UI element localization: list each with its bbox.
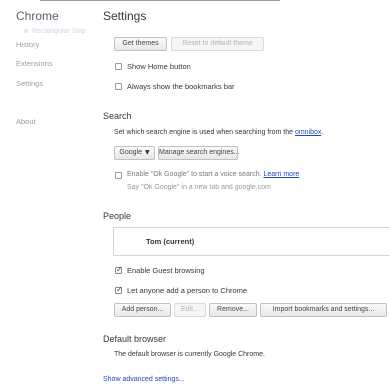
guest-browsing-checkbox[interactable]: ✓ [115, 265, 123, 274]
guest-browsing-label: Enable Guest browsing [127, 266, 205, 275]
bookmarks-bar-label: Always show the bookmarks bar [127, 82, 235, 91]
import-bookmarks-button[interactable]: Import bookmarks and settings... [260, 303, 387, 317]
search-description: Set which search engine is used when sea… [114, 129, 323, 136]
get-themes-button[interactable]: Get themes [114, 37, 167, 51]
app-title: Chrome [16, 9, 59, 23]
people-list[interactable]: Tom (current) [113, 227, 390, 256]
ok-google-hint: Say "Ok Google" in a new tab and google.… [127, 184, 271, 191]
ghost-tab-label: Rectangular Snip [32, 28, 86, 35]
people-section-title: People [103, 211, 132, 221]
add-person-label: Let anyone add a person to Chrome [127, 286, 248, 295]
default-browser-text: The default browser is currently Google … [114, 351, 265, 358]
sidebar-item-about[interactable]: About [16, 117, 36, 126]
reset-theme-button[interactable]: Reset to default theme [171, 37, 264, 51]
omnibox-link[interactable]: omnibox [295, 129, 321, 136]
window-top-border [40, 0, 280, 1]
sidebar-item-settings[interactable]: Settings [16, 79, 43, 88]
ok-google-checkbox[interactable] [115, 172, 122, 179]
bookmarks-bar-checkbox[interactable] [115, 83, 122, 90]
sidebar-item-history[interactable]: History [16, 40, 39, 49]
search-description-text: Set which search engine is used when sea… [114, 129, 293, 136]
search-engine-select[interactable]: Google ▼ [114, 146, 155, 160]
default-browser-title: Default browser [103, 334, 167, 344]
manage-search-engines-button[interactable]: Manage search engines... [158, 146, 240, 160]
sidebar-item-extensions[interactable]: Extensions [16, 59, 53, 68]
ghost-tab-overlay: Rectangular Snip [24, 28, 86, 35]
show-home-label: Show Home button [127, 62, 191, 71]
add-person-button[interactable]: Add person... [114, 303, 171, 317]
page-title: Settings [103, 9, 147, 23]
search-description-end: . [321, 129, 324, 136]
edit-person-button[interactable]: Edit... [174, 303, 206, 317]
check-icon: ✓ [116, 265, 123, 274]
ghost-tab-icon [24, 29, 28, 34]
search-engine-value: Google [119, 149, 142, 156]
show-home-checkbox[interactable] [115, 63, 122, 70]
add-person-checkbox[interactable]: ✓ [115, 285, 123, 294]
dropdown-arrow-icon: ▼ [144, 149, 150, 156]
person-current[interactable]: Tom (current) [146, 237, 194, 246]
remove-person-button[interactable]: Remove... [209, 303, 257, 317]
ok-google-text: Enable "Ok Google" to start a voice sear… [127, 171, 262, 178]
show-advanced-settings-link[interactable]: Show advanced settings... [103, 376, 185, 383]
search-section-title: Search [103, 111, 132, 121]
learn-more-link[interactable]: Learn more [264, 171, 300, 178]
check-icon: ✓ [116, 285, 123, 294]
ok-google-label: Enable "Ok Google" to start a voice sear… [127, 171, 299, 178]
